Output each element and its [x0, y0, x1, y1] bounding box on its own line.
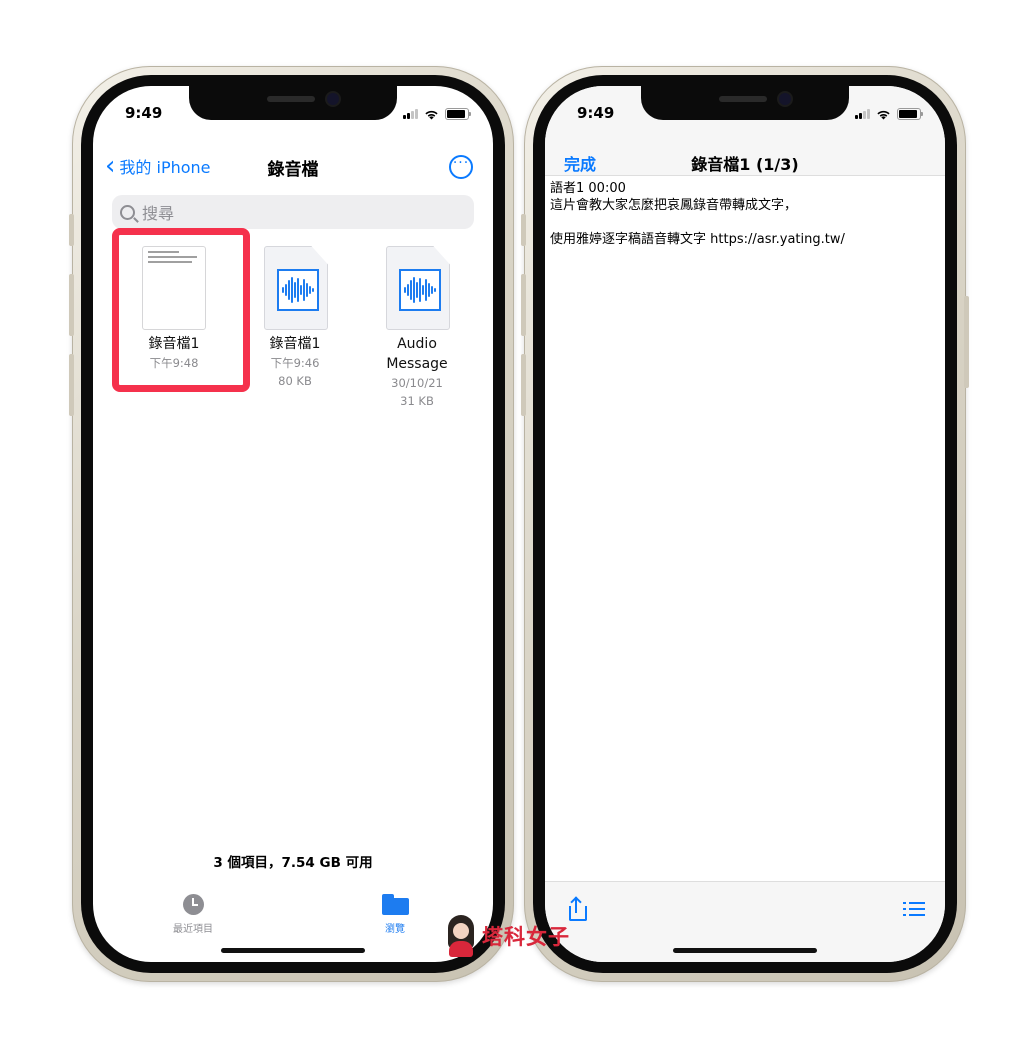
status-time: 9:49 — [577, 104, 615, 122]
file-item-audio-message[interactable]: Audio Message 30/10/21 31 KB — [357, 236, 477, 408]
waveform-icon — [399, 269, 441, 311]
audio-file-thumbnail — [264, 246, 328, 330]
tab-label: 瀏覽 — [385, 924, 405, 935]
notch — [189, 86, 397, 120]
list-icon[interactable] — [903, 901, 925, 917]
search-field[interactable]: 搜尋 — [112, 195, 474, 229]
navigation-bar: ‹ 我的 iPhone 錄音檔 ··· — [93, 150, 493, 184]
file-name-line-2: Message — [386, 356, 448, 372]
file-date: 下午9:46 — [270, 356, 320, 370]
notch — [641, 86, 849, 120]
transcript-line — [550, 214, 940, 231]
page-title: 錄音檔 — [267, 160, 319, 180]
files-app-screen: 9:49 ‹ 我的 iPhone 錄音檔 ··· 搜尋 錄音檔1 下午9:48 … — [93, 86, 493, 962]
mute-switch — [69, 214, 74, 246]
more-options-button[interactable]: ··· — [449, 155, 473, 179]
waveform-icon — [277, 269, 319, 311]
file-name: 錄音檔1 — [148, 336, 200, 352]
file-date: 下午9:48 — [149, 356, 199, 370]
document-thumbnail — [142, 246, 206, 330]
battery-icon — [445, 108, 471, 120]
tab-bar: 最近項目 瀏覽 — [93, 886, 493, 946]
search-icon — [120, 204, 135, 220]
volume-up-button — [521, 274, 526, 336]
audio-file-thumbnail — [386, 246, 450, 330]
status-icons — [855, 108, 923, 120]
transcript-line: 語者1 00:00 — [550, 181, 626, 196]
clock-icon — [182, 894, 204, 915]
phone-bezel: 9:49 ‹ 我的 iPhone 錄音檔 ··· 搜尋 錄音檔1 下午9:48 … — [81, 75, 505, 973]
volume-down-button — [521, 354, 526, 416]
file-item-audio-recording[interactable]: 錄音檔1 下午9:46 80 KB — [235, 236, 355, 388]
mute-switch — [521, 214, 526, 246]
tab-browse[interactable]: 瀏覽 — [355, 894, 435, 935]
volume-down-button — [69, 354, 74, 416]
quicklook-screen: 完成 錄音檔1 (1/3) 9:49 語者1 00:00 這片會教大家怎麼把哀鳳… — [545, 86, 945, 962]
transcript-line: 這片會教大家怎麼把哀鳳錄音帶轉成文字， — [550, 198, 798, 213]
earpiece-speaker — [267, 96, 315, 102]
brand-watermark: 塔科女子 — [444, 915, 570, 957]
file-size: 31 KB — [400, 394, 434, 408]
phone-bezel: 完成 錄音檔1 (1/3) 9:49 語者1 00:00 這片會教大家怎麼把哀鳳… — [533, 75, 957, 973]
cellular-signal-icon — [403, 109, 418, 119]
brand-avatar-logo — [444, 915, 478, 957]
earpiece-speaker — [719, 96, 767, 102]
document-title: 錄音檔1 (1/3) — [691, 155, 799, 174]
search-placeholder: 搜尋 — [142, 204, 175, 223]
file-name: 錄音檔1 — [269, 336, 321, 352]
file-name-line-1: Audio — [397, 336, 437, 352]
transcript-line: 使用雅婷逐字稿語音轉文字 https://asr.yating.tw/ — [550, 232, 845, 247]
front-camera — [779, 93, 791, 105]
home-indicator[interactable] — [221, 948, 365, 953]
wifi-icon — [425, 110, 438, 119]
ellipsis-icon: ··· — [452, 155, 470, 171]
volume-up-button — [69, 274, 74, 336]
file-size: 80 KB — [278, 374, 312, 388]
tab-label: 最近項目 — [173, 924, 213, 935]
tab-recents[interactable]: 最近項目 — [153, 894, 233, 935]
file-date: 30/10/21 — [391, 376, 443, 390]
wifi-icon — [877, 110, 890, 119]
phone-frame-files: 9:49 ‹ 我的 iPhone 錄音檔 ··· 搜尋 錄音檔1 下午9:48 … — [69, 66, 514, 982]
battery-icon — [897, 108, 923, 120]
phone-frame-quicklook: 完成 錄音檔1 (1/3) 9:49 語者1 00:00 這片會教大家怎麼把哀鳳… — [521, 66, 969, 982]
storage-summary: 3 個項目，7.54 GB 可用 — [213, 855, 373, 871]
home-indicator[interactable] — [673, 948, 817, 953]
side-button — [964, 296, 969, 388]
file-item-transcript[interactable]: 錄音檔1 下午9:48 — [114, 236, 234, 386]
cellular-signal-icon — [855, 109, 870, 119]
status-icons — [403, 108, 471, 120]
share-icon[interactable] — [567, 896, 587, 922]
front-camera — [327, 93, 339, 105]
brand-name: 塔科女子 — [482, 925, 570, 949]
document-content: 語者1 00:00 這片會教大家怎麼把哀鳳錄音帶轉成文字， 使用雅婷逐字稿語音轉… — [550, 180, 940, 248]
status-time: 9:49 — [125, 104, 163, 122]
folder-icon — [381, 894, 409, 915]
